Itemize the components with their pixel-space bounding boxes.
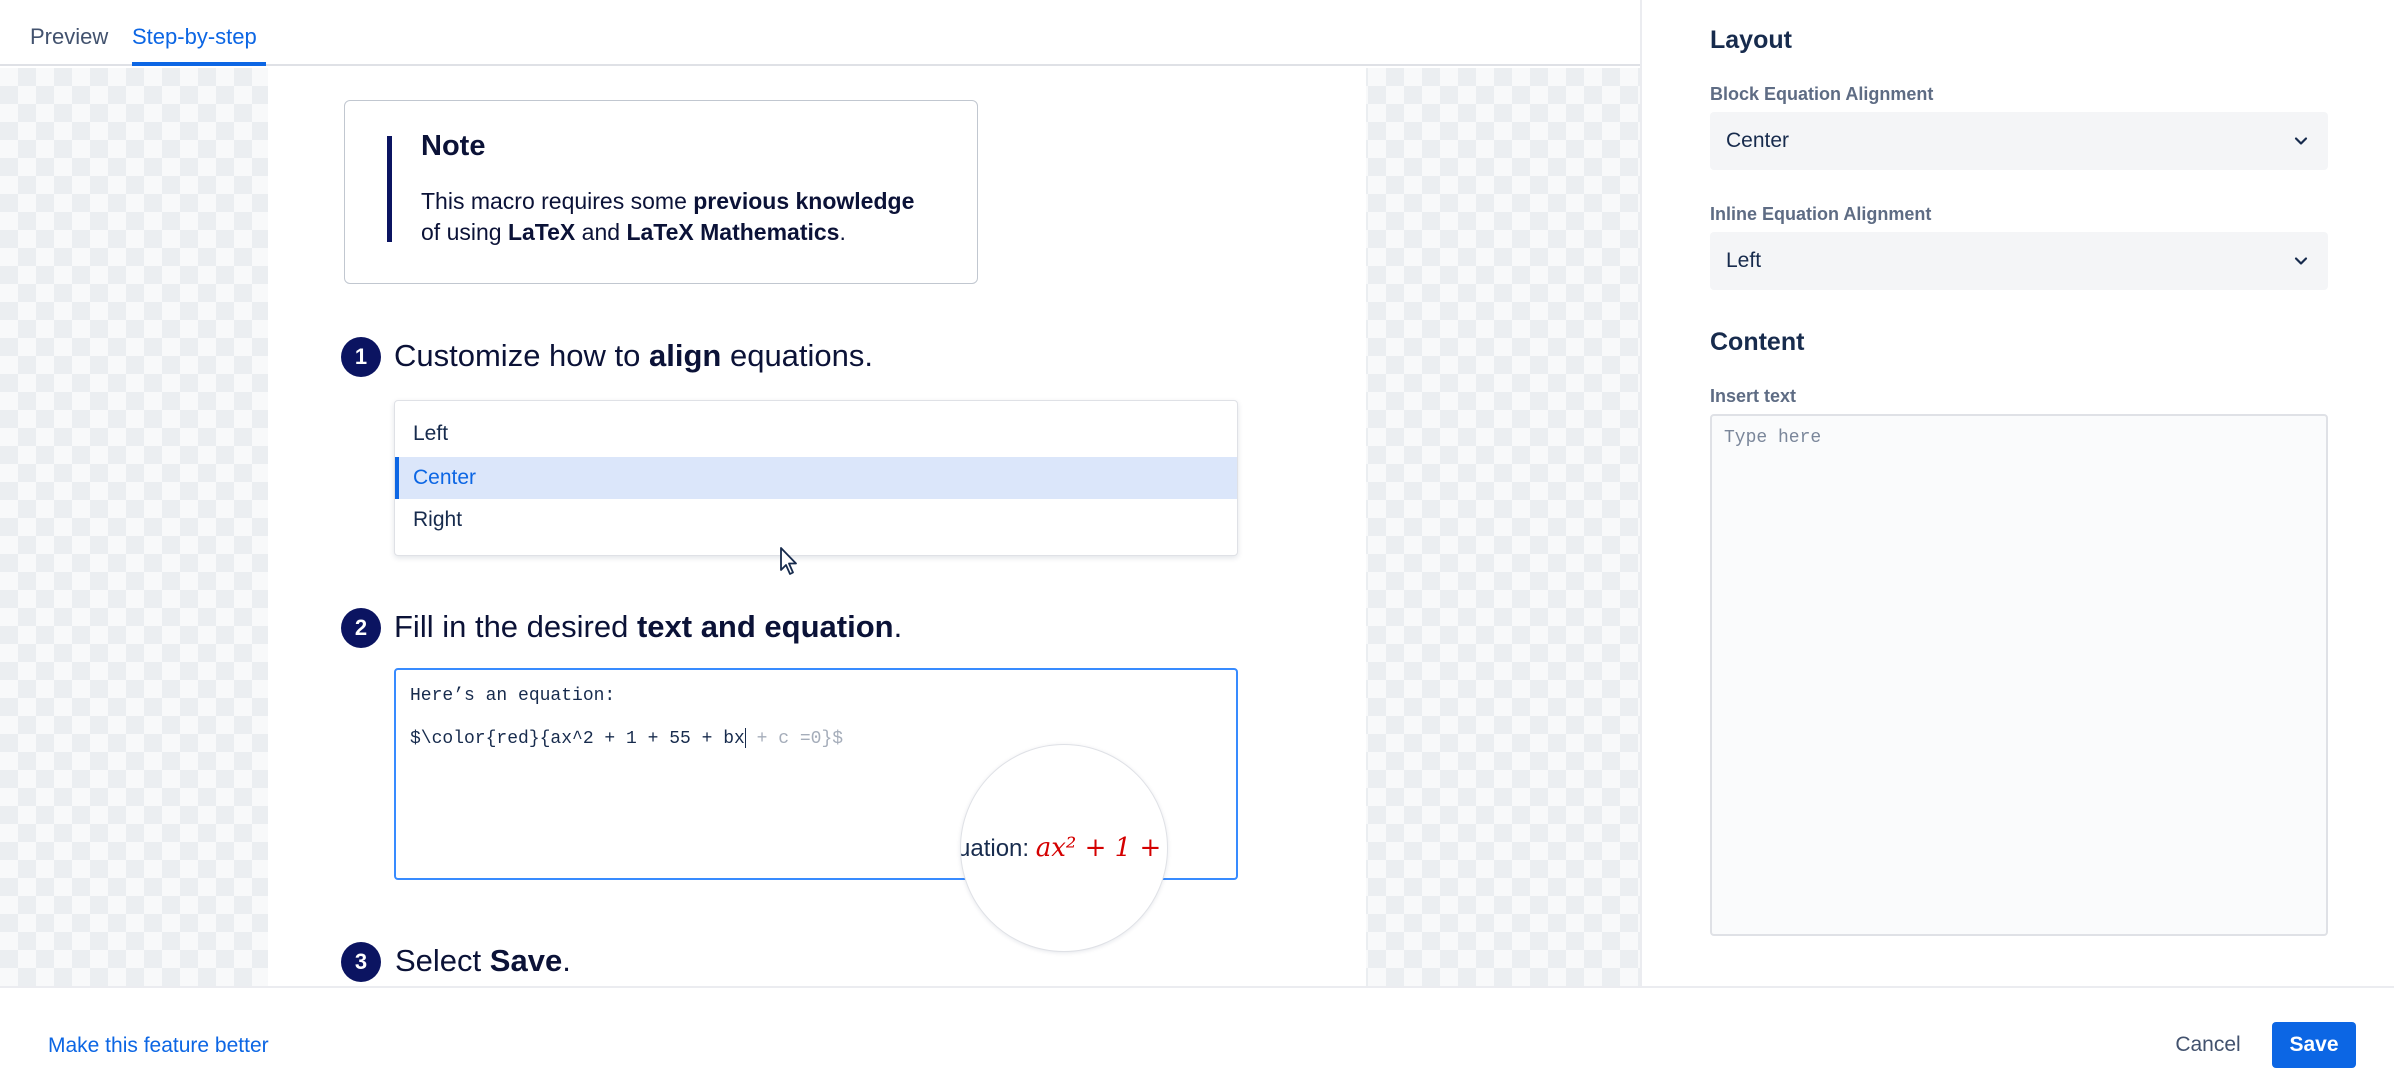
active-tab-indicator bbox=[132, 62, 266, 66]
editor-ghost-text: + c =0}$ bbox=[745, 728, 844, 749]
inline-alignment-label: Inline Equation Alignment bbox=[1710, 204, 1932, 224]
step-text-bold: Save bbox=[489, 943, 563, 978]
step-text-part: . bbox=[893, 609, 903, 644]
step-text-part: Customize how to bbox=[394, 338, 649, 373]
note-title: Note bbox=[421, 130, 486, 162]
step-text-bold: align bbox=[649, 338, 722, 373]
note-text: and bbox=[575, 219, 627, 245]
alignment-option-left[interactable]: Left bbox=[395, 413, 1237, 455]
tab-step-by-step[interactable]: Step-by-step bbox=[132, 24, 257, 50]
note-text: . bbox=[839, 219, 846, 245]
block-alignment-value: Center bbox=[1726, 129, 1790, 152]
note-text: This macro requires some bbox=[421, 188, 694, 214]
step-3-text: Select Save. bbox=[395, 943, 571, 979]
block-alignment-label: Block Equation Alignment bbox=[1710, 84, 1934, 104]
feedback-link[interactable]: Make this feature better bbox=[48, 1034, 269, 1058]
note-text-bold: LaTeX bbox=[507, 219, 576, 245]
settings-panel: Layout Block Equation Alignment Center I… bbox=[1640, 0, 2394, 986]
mouse-pointer-icon bbox=[780, 547, 797, 575]
save-button[interactable]: Save bbox=[2272, 1022, 2356, 1068]
step-text-part: . bbox=[562, 943, 571, 978]
note-text-bold: previous knowledge bbox=[693, 188, 915, 214]
inline-alignment-select[interactable]: Left bbox=[1710, 232, 2328, 290]
insert-text-field[interactable] bbox=[1710, 414, 2328, 936]
step-3-badge: 3 bbox=[341, 942, 381, 982]
footer-bar: Make this feature better Cancel Save bbox=[0, 986, 2394, 1090]
step-1-badge: 1 bbox=[341, 337, 381, 377]
step-1-text: Customize how to align equations. bbox=[394, 338, 873, 374]
layout-heading: Layout bbox=[1710, 26, 1792, 54]
editor-line-1: Here’s an equation: bbox=[410, 686, 616, 706]
note-text: of using bbox=[421, 219, 508, 245]
magnified-preview: uation: ax² + 1 + 5 bbox=[960, 833, 1167, 863]
step-text-part: equations. bbox=[721, 338, 874, 373]
content-heading: Content bbox=[1710, 328, 1805, 356]
step-by-step-document: Note This macro requires some previous k… bbox=[268, 68, 1366, 986]
insert-text-label: Insert text bbox=[1710, 386, 1797, 406]
magnified-text: uation: bbox=[960, 835, 1036, 862]
alignment-dropdown: Left Center Right bbox=[394, 400, 1238, 556]
note-accent-bar bbox=[387, 136, 392, 242]
cancel-button[interactable]: Cancel bbox=[2156, 1022, 2260, 1068]
alignment-option-center[interactable]: Center bbox=[395, 457, 1237, 499]
step-text-part: Fill in the desired bbox=[394, 609, 637, 644]
tab-preview[interactable]: Preview bbox=[30, 24, 108, 50]
chevron-down-icon bbox=[2294, 137, 2308, 145]
step-2-text: Fill in the desired text and equation. bbox=[394, 609, 902, 645]
step-text-bold: text and equation bbox=[636, 609, 894, 644]
step-text-part: Select bbox=[395, 943, 490, 978]
note-text-bold: LaTeX Mathematics bbox=[626, 219, 840, 245]
editor-line-2: $\color{red}{ax^2 + 1 + 55 + bx + c =0}$ bbox=[410, 728, 843, 749]
chevron-down-icon bbox=[2294, 257, 2308, 265]
note-body: This macro requires some previous knowle… bbox=[421, 186, 981, 248]
alignment-option-right[interactable]: Right bbox=[395, 499, 1237, 541]
equation-preview-magnifier: uation: ax² + 1 + 5 bbox=[960, 744, 1168, 952]
preview-area: Note This macro requires some previous k… bbox=[0, 68, 1640, 986]
block-alignment-select[interactable]: Center bbox=[1710, 112, 2328, 170]
editor-typed-text: $\color{red}{ax^2 + 1 + 55 + bx bbox=[410, 728, 745, 749]
inline-alignment-value: Left bbox=[1726, 249, 1762, 272]
step-2-badge: 2 bbox=[341, 608, 381, 648]
tab-bar: Preview Step-by-step bbox=[0, 0, 1640, 66]
magnified-equation: ax² + 1 + 5 bbox=[1035, 833, 1167, 863]
